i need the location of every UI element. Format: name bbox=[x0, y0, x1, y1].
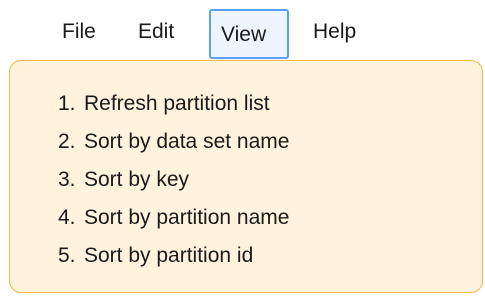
menu-bar: File Edit View Help bbox=[0, 4, 485, 60]
option-number: 3. bbox=[58, 168, 76, 191]
menu-help[interactable]: Help bbox=[313, 10, 356, 54]
menu-edit[interactable]: Edit bbox=[138, 10, 174, 54]
menu-view[interactable]: View bbox=[209, 9, 289, 59]
menu-option-refresh-partition-list[interactable]: 1. Refresh partition list bbox=[58, 85, 289, 123]
dropdown-list: 1. Refresh partition list 2. Sort by data … bbox=[58, 85, 289, 275]
menu-option-sort-by-data-set-name[interactable]: 2. Sort by data set name bbox=[58, 123, 289, 161]
option-number: 5. bbox=[58, 244, 76, 267]
menu-option-sort-by-partition-id[interactable]: 5. Sort by partition id bbox=[58, 237, 289, 275]
menu-option-sort-by-partition-name[interactable]: 4. Sort by partition name bbox=[58, 199, 289, 237]
menu-option-sort-by-key[interactable]: 3. Sort by key bbox=[58, 161, 289, 199]
option-label: Sort by key bbox=[84, 168, 190, 191]
view-dropdown-menu: 1. Refresh partition list 2. Sort by data … bbox=[9, 60, 483, 293]
option-label: Sort by partition id bbox=[84, 244, 254, 267]
menu-file[interactable]: File bbox=[62, 10, 96, 54]
application-window: File Edit View Help 1. Refresh partition … bbox=[0, 0, 485, 304]
option-number: 4. bbox=[58, 206, 76, 229]
option-label: Sort by data set name bbox=[84, 130, 290, 153]
option-number: 2. bbox=[58, 130, 76, 153]
option-label: Sort by partition name bbox=[84, 206, 290, 229]
option-label: Refresh partition list bbox=[84, 92, 270, 115]
option-number: 1. bbox=[58, 92, 76, 115]
